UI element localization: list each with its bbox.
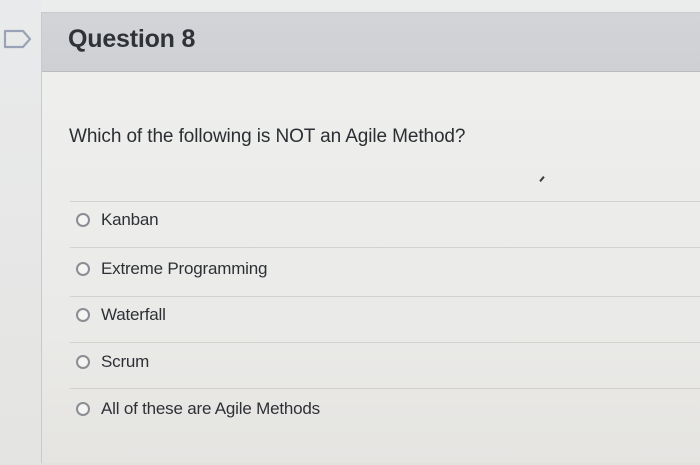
option-label: Kanban: [101, 210, 159, 229]
option-label: Waterfall: [101, 305, 166, 324]
option-all-agile[interactable]: All of these are Agile Methods: [76, 396, 320, 422]
divider: [70, 342, 700, 343]
radio-unselected-icon[interactable]: [76, 213, 90, 227]
flag-gutter: [0, 0, 41, 465]
option-kanban[interactable]: Kanban: [76, 207, 159, 233]
option-scrum[interactable]: Scrum: [76, 349, 149, 375]
divider: [70, 296, 700, 297]
question-header: Question 8: [42, 13, 700, 72]
option-label: Scrum: [101, 352, 150, 371]
option-extreme-programming[interactable]: Extreme Programming: [76, 256, 267, 282]
divider: [70, 388, 700, 389]
option-waterfall[interactable]: Waterfall: [76, 302, 166, 328]
question-title: Question 8: [68, 25, 196, 53]
radio-unselected-icon[interactable]: [76, 355, 90, 369]
option-label: All of these are Agile Methods: [101, 399, 320, 418]
radio-unselected-icon[interactable]: [76, 262, 90, 276]
radio-unselected-icon[interactable]: [76, 402, 90, 416]
quiz-page: Question 8 Which of the following is NOT…: [0, 0, 700, 465]
question-card: Question 8 Which of the following is NOT…: [41, 12, 700, 463]
divider: [70, 201, 700, 202]
option-label: Extreme Programming: [101, 259, 268, 278]
stray-mark: [539, 176, 545, 182]
radio-unselected-icon[interactable]: [76, 308, 90, 322]
flag-question-icon[interactable]: [3, 29, 33, 49]
divider: [70, 247, 700, 248]
question-text: Which of the following is NOT an Agile M…: [69, 126, 466, 147]
